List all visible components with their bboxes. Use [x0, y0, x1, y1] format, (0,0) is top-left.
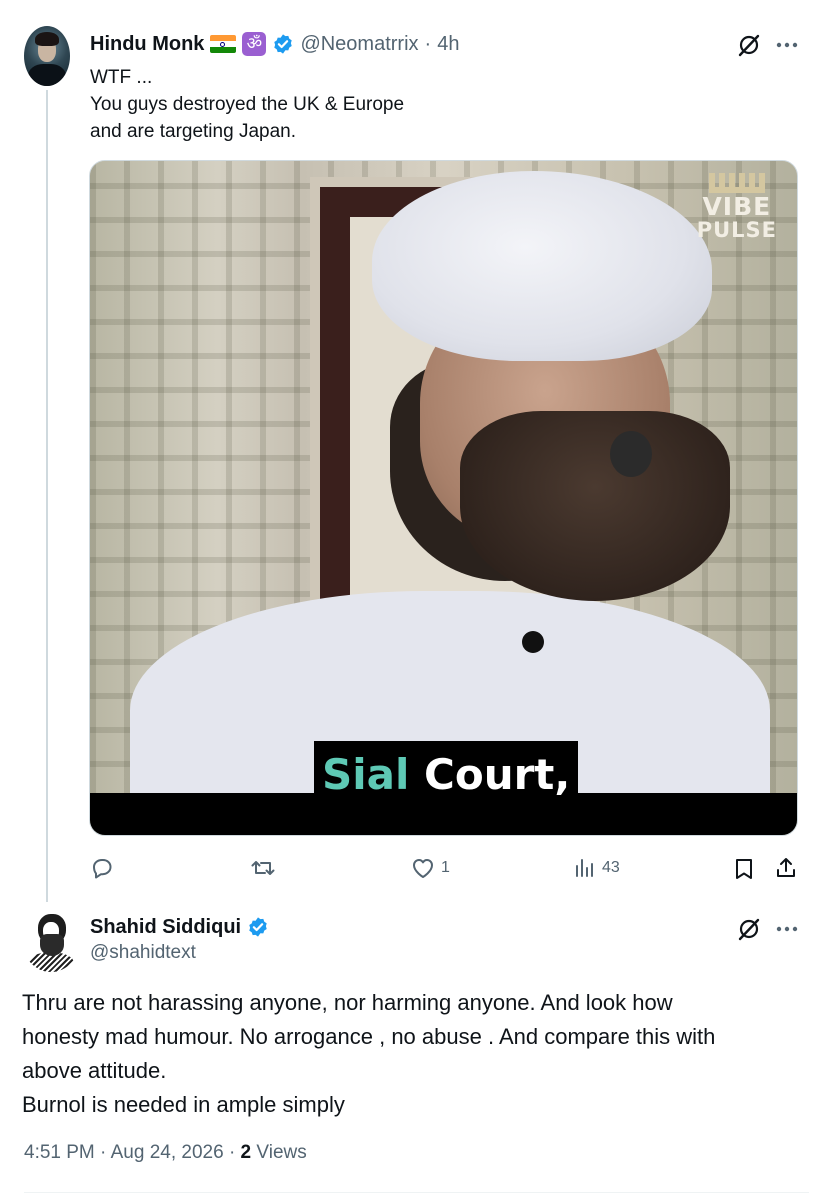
reply-button[interactable] — [90, 856, 120, 880]
india-flag-icon — [210, 35, 237, 53]
like-button[interactable]: 1 — [411, 857, 450, 879]
subtitle-highlight: Sial — [322, 750, 410, 799]
reply-time[interactable]: 4:51 PM — [24, 1142, 95, 1163]
reply-metadata: 4:51 PM · Aug 24, 2026 · 2 Views — [24, 1142, 307, 1164]
separator: · — [228, 1142, 236, 1163]
reply-text-line: above attitude. — [22, 1058, 167, 1083]
video-media[interactable]: VIBE PULSE Sial Court, — [89, 160, 798, 836]
heart-icon — [413, 859, 433, 878]
post-header-actions — [736, 32, 798, 58]
views-label: Views — [256, 1142, 307, 1163]
share-icon — [777, 858, 795, 877]
post-text-line: WTF ... — [90, 67, 153, 88]
avatar[interactable] — [22, 908, 80, 972]
post-header: Hindu Monk ॐ @Neomatrrix · 4h — [90, 30, 459, 58]
author-name[interactable]: Hindu Monk — [90, 33, 204, 56]
separator: · — [424, 32, 432, 55]
channel-watermark: VIBE PULSE — [697, 173, 777, 241]
verified-badge-icon[interactable] — [247, 916, 269, 938]
video-subtitle: Sial Court, — [314, 741, 579, 809]
reply-date[interactable]: Aug 24, 2026 — [111, 1142, 224, 1163]
more-options-icon[interactable] — [776, 925, 798, 933]
post-text: WTF ... You guys destroyed the UK & Euro… — [90, 64, 404, 145]
subtitle-text: Court, — [424, 750, 571, 799]
bookmark-icon — [736, 859, 752, 879]
share-button[interactable] — [774, 856, 798, 880]
like-count: 1 — [441, 859, 450, 876]
post-text-line: and are targeting Japan. — [90, 121, 296, 142]
speaker-beard — [460, 411, 730, 601]
author-name[interactable]: Shahid Siddiqui — [90, 916, 241, 939]
view-count[interactable]: 2 — [241, 1142, 252, 1163]
reply-header: Shahid Siddiqui @shahidtext — [90, 914, 269, 964]
post-action-bar: 1 43 — [0, 852, 833, 886]
post-time[interactable]: 4h — [437, 33, 459, 56]
repost-icon — [251, 861, 275, 875]
microphone — [610, 431, 652, 477]
watermark-line1: VIBE — [702, 192, 772, 221]
avatar[interactable] — [24, 26, 70, 86]
divider — [24, 1192, 809, 1193]
grok-icon[interactable] — [736, 916, 762, 942]
analytics-icon — [576, 859, 593, 877]
reply-text-line: Thru are not harassing anyone, nor harmi… — [22, 990, 673, 1015]
views-button[interactable]: 43 — [574, 857, 620, 879]
verified-badge-icon[interactable] — [272, 33, 294, 55]
author-handle[interactable]: @Neomatrrix — [300, 33, 418, 56]
author-handle[interactable]: @shahidtext — [90, 942, 269, 964]
reply-header-actions — [736, 916, 798, 942]
bookmark-button[interactable] — [733, 857, 755, 881]
reply-text-line: honesty mad humour. No arrogance , no ab… — [22, 1024, 716, 1049]
watermark-line2: PULSE — [696, 218, 777, 242]
thread-connector-line — [46, 90, 48, 902]
grok-icon[interactable] — [736, 32, 762, 58]
more-options-icon[interactable] — [776, 41, 798, 49]
reply-text: Thru are not harassing anyone, nor harmi… — [22, 986, 812, 1122]
separator: · — [100, 1142, 107, 1163]
views-count: 43 — [602, 859, 620, 876]
lapel-microphone — [522, 631, 544, 653]
om-icon: ॐ — [242, 32, 267, 56]
reply-icon — [93, 859, 112, 879]
reply-text-line: Burnol is needed in ample simply — [22, 1092, 345, 1117]
post-text-line: You guys destroyed the UK & Europe — [90, 94, 405, 115]
repost-button[interactable] — [250, 856, 282, 880]
